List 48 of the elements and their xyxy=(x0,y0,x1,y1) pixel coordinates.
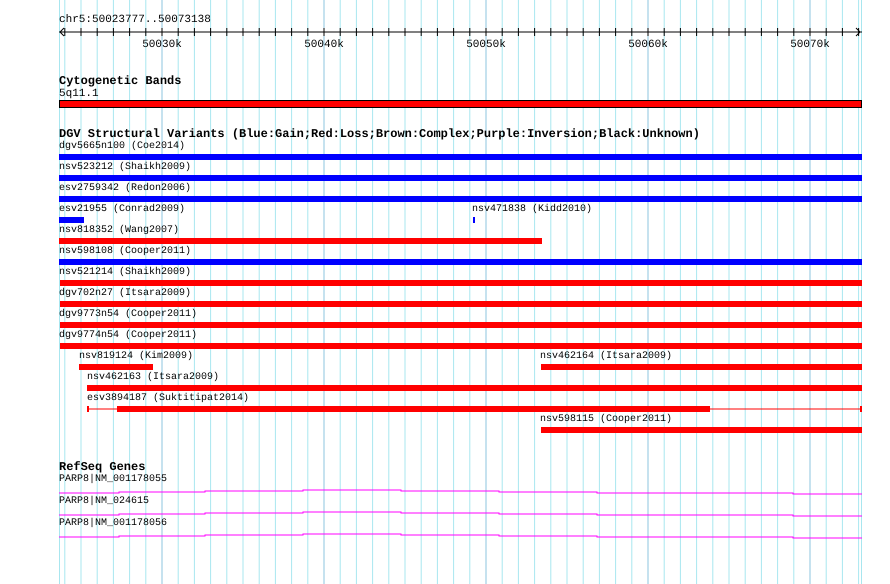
variant-bar[interactable] xyxy=(59,175,862,181)
variant-bar[interactable] xyxy=(79,364,153,370)
variant-bar[interactable] xyxy=(59,196,862,202)
variant-bar[interactable] xyxy=(60,343,862,349)
variant-bar[interactable] xyxy=(60,322,862,328)
cytoband-bar[interactable] xyxy=(59,100,862,108)
variant-bar[interactable] xyxy=(87,385,862,391)
transcript-label: PARP8|NM_001178056 xyxy=(59,518,168,530)
variant-label: nsv462164 (Itsara2009) xyxy=(540,351,672,363)
split-variant-bar[interactable] xyxy=(87,406,862,412)
variant-label: dgv5665n100 (Coe2014) xyxy=(59,141,186,153)
ruler-label: 50050k xyxy=(466,39,506,51)
gene-model-line[interactable] xyxy=(59,512,862,516)
variant-bar[interactable] xyxy=(541,427,862,433)
variant-label: esv2759342 (Redon2006) xyxy=(59,183,192,195)
band-label: 5q11.1 xyxy=(59,88,100,100)
variant-label: nsv598115 (Cooper2011) xyxy=(540,414,672,426)
variant-bar[interactable] xyxy=(60,301,862,307)
transcript-label: PARP8|NM_024615 xyxy=(59,496,150,508)
variant-label: nsv819124 (Kim2009) xyxy=(79,351,194,363)
track-title: RefSeq Genes xyxy=(59,461,146,474)
ruler-label: 50040k xyxy=(304,39,344,51)
variant-bar[interactable] xyxy=(59,238,542,244)
ruler-label: 50060k xyxy=(628,39,668,51)
track-title: Cytogenetic Bands xyxy=(59,75,182,88)
variant-label: nsv598108 (Cooper2011) xyxy=(59,246,192,258)
gene-model-line[interactable] xyxy=(59,490,862,494)
ruler-label: 50030k xyxy=(142,39,182,51)
variant-label: nsv462163 (Itsara2009) xyxy=(87,372,220,384)
variant-label: nsv471838 (Kidd2010) xyxy=(472,204,592,216)
ruler-label: 50070k xyxy=(790,39,830,51)
variant-label: esv3894187 (Suktitipat2014) xyxy=(87,393,250,405)
transcript-label: PARP8|NM_001178055 xyxy=(59,474,168,486)
variant-bar[interactable] xyxy=(59,154,862,160)
variant-label: nsv818352 (Wang2007) xyxy=(59,225,180,237)
variant-label: esv21955 (Conrad2009) xyxy=(59,204,186,216)
variant-bar[interactable] xyxy=(541,364,862,370)
gene-model-line[interactable] xyxy=(59,534,862,538)
variant-label: nsv521214 (Shaikh2009) xyxy=(59,267,192,279)
variant-bar[interactable] xyxy=(60,280,862,286)
variant-bar[interactable] xyxy=(59,259,862,265)
track-title: DGV Structural Variants (Blue:Gain;Red:Loss;Brown:Complex;Purple:Inversion;Black:Unknown) xyxy=(59,128,701,141)
variant-bar[interactable] xyxy=(59,217,84,223)
variant-label: nsv523212 (Shaikh2009) xyxy=(59,162,192,174)
variant-label: dgv702n27 (Itsara2009) xyxy=(59,288,192,300)
variant-label: dgv9773n54 (Cooper2011) xyxy=(59,309,198,321)
location-label: chr5:50023777..50073138 xyxy=(59,14,212,27)
variant-label: dgv9774n54 (Cooper2011) xyxy=(59,330,198,342)
